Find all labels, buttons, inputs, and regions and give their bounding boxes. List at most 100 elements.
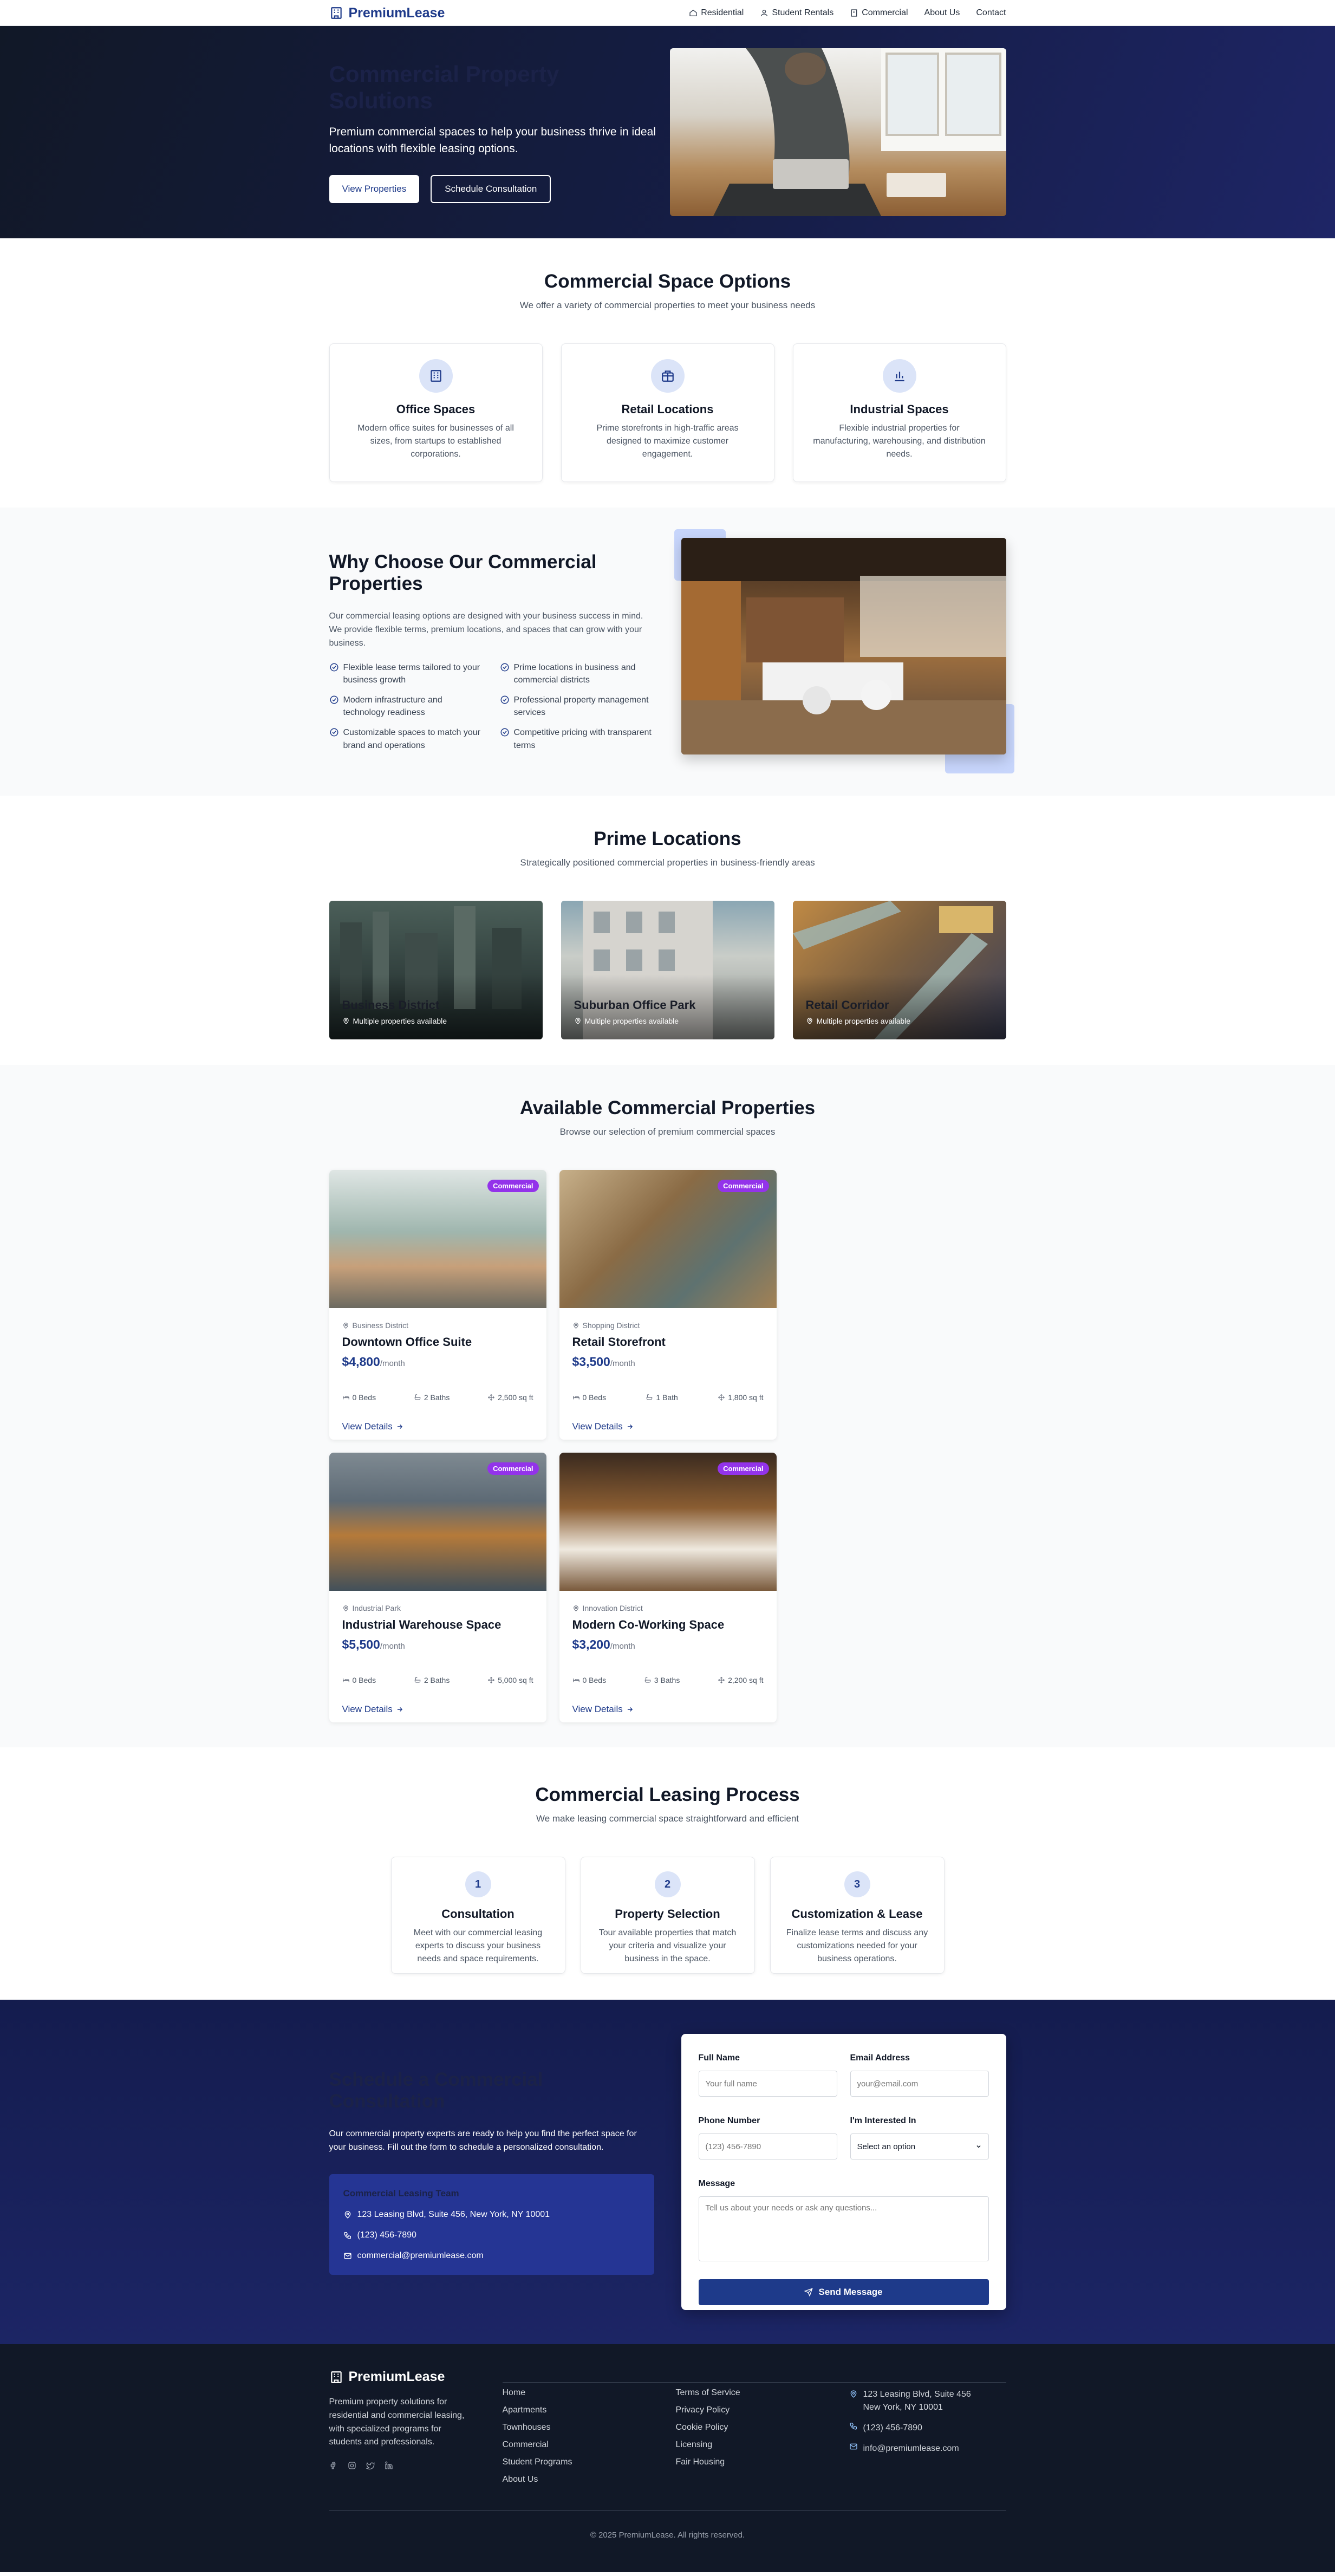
feature-text: Customizable spaces to match your brand … bbox=[343, 728, 480, 750]
linkedin-icon[interactable] bbox=[385, 2461, 393, 2470]
beds-stat: 0 Beds bbox=[572, 1676, 606, 1684]
building-logo-icon bbox=[330, 2371, 342, 2383]
nav-student-rentals[interactable]: Student Rentals bbox=[760, 8, 833, 18]
process-title: Commercial Leasing Process bbox=[535, 1784, 800, 1805]
why-image-wrap bbox=[674, 529, 1014, 773]
view-details-link[interactable]: View Details bbox=[572, 1421, 764, 1432]
property-stats: 0 Beds 1 Bath 1,800 sq ft bbox=[572, 1393, 764, 1402]
hero-image bbox=[669, 48, 1006, 216]
send-message-button[interactable]: Send Message bbox=[698, 2279, 989, 2305]
process-subtitle: We make leasing commercial space straigh… bbox=[536, 1813, 799, 1824]
feature-item: Prime locations in business and commerci… bbox=[500, 661, 654, 686]
hero-illustration bbox=[713, 48, 1006, 216]
footer-logo[interactable]: PremiumLease bbox=[329, 2369, 503, 2385]
nav-commercial-label: Commercial bbox=[862, 8, 908, 17]
feature-item: Professional property management service… bbox=[500, 694, 654, 719]
team-phone[interactable]: (123) 456-7890 bbox=[343, 2230, 640, 2240]
team-email[interactable]: commercial@premiumlease.com bbox=[343, 2251, 640, 2261]
location-card[interactable]: Retail Corridor Multiple properties avai… bbox=[792, 901, 1006, 1039]
footer-link[interactable]: Home bbox=[503, 2388, 676, 2398]
property-card[interactable]: Commercial Shopping District Retail Storef… bbox=[559, 1170, 777, 1440]
footer-link[interactable]: Terms of Service bbox=[676, 2388, 849, 2398]
footer-address-text: 123 Leasing Blvd, Suite 456 New York, NY… bbox=[863, 2390, 971, 2412]
area-stat: 5,000 sq ft bbox=[487, 1676, 533, 1684]
message-textarea[interactable] bbox=[698, 2196, 989, 2261]
step-number: 2 bbox=[654, 1871, 681, 1897]
feature-text: Professional property management service… bbox=[513, 695, 649, 718]
property-card[interactable]: Commercial Business District Downtown Offi… bbox=[329, 1170, 546, 1440]
instagram-icon[interactable] bbox=[348, 2461, 356, 2470]
location-meta-text: Multiple properties available bbox=[584, 1017, 679, 1025]
location-meta: Multiple properties available bbox=[342, 1017, 447, 1025]
site-header: PremiumLease Residential Student Rentals… bbox=[0, 0, 1335, 26]
property-name: Downtown Office Suite bbox=[342, 1335, 472, 1349]
hero-subtitle: Premium commercial spaces to help your b… bbox=[329, 125, 656, 155]
footer-nav-links: Home Apartments Townhouses Commercial St… bbox=[502, 2382, 676, 2492]
twitter-icon[interactable] bbox=[366, 2461, 375, 2470]
footer-link[interactable]: Fair Housing bbox=[676, 2457, 849, 2467]
view-details-link[interactable]: View Details bbox=[342, 1704, 533, 1715]
bed-icon bbox=[342, 1679, 349, 1682]
location-meta-text: Multiple properties available bbox=[353, 1017, 447, 1025]
location-card[interactable]: Suburban Office Park Multiple properties… bbox=[561, 901, 774, 1039]
price-amount: $5,500 bbox=[342, 1637, 380, 1651]
nav-contact[interactable]: Contact bbox=[976, 8, 1006, 18]
footer-link[interactable]: Cookie Policy bbox=[676, 2423, 849, 2432]
schedule-consultation-button[interactable]: Schedule Consultation bbox=[431, 174, 551, 203]
bar-chart-icon bbox=[894, 372, 904, 381]
price-amount: $3,200 bbox=[572, 1637, 610, 1651]
phone-icon bbox=[343, 2232, 351, 2239]
nav-about-us[interactable]: About Us bbox=[924, 8, 960, 18]
option-title: Industrial Spaces bbox=[850, 402, 949, 416]
interest-select[interactable]: Select an option bbox=[850, 2133, 989, 2159]
view-details-link[interactable]: View Details bbox=[572, 1704, 764, 1715]
nav-commercial[interactable]: Commercial bbox=[850, 8, 908, 18]
category-badge: Commercial bbox=[487, 1180, 539, 1192]
property-card[interactable]: Commercial Innovation District Modern Co-W… bbox=[559, 1453, 777, 1722]
option-card-industrial: Industrial Spaces Flexible industrial pr… bbox=[792, 343, 1006, 482]
beds-stat: 0 Beds bbox=[572, 1393, 606, 1402]
baths-stat: 2 Baths bbox=[414, 1393, 450, 1402]
footer-email[interactable]: info@premiumlease.com bbox=[849, 2442, 1006, 2455]
mail-icon bbox=[343, 2253, 351, 2259]
property-stats: 0 Beds 3 Baths 2,200 sq ft bbox=[572, 1676, 764, 1684]
footer-link[interactable]: Townhouses bbox=[503, 2423, 676, 2432]
footer-address: 123 Leasing Blvd, Suite 456 New York, NY… bbox=[849, 2388, 1006, 2414]
office-interior-image bbox=[681, 538, 1006, 754]
space-options-section: Commercial Space Options We offer a vari… bbox=[0, 238, 1335, 508]
area-text: 5,000 sq ft bbox=[498, 1676, 533, 1684]
map-pin-icon bbox=[806, 1018, 812, 1025]
property-card[interactable]: Commercial Industrial Park Industrial Ware… bbox=[329, 1453, 546, 1722]
footer-link[interactable]: About Us bbox=[503, 2475, 676, 2484]
footer-link[interactable]: Licensing bbox=[676, 2440, 849, 2450]
area-text: 1,800 sq ft bbox=[728, 1393, 764, 1402]
option-title: Office Spaces bbox=[396, 402, 476, 416]
nav-residential[interactable]: Residential bbox=[689, 8, 744, 18]
brand-logo[interactable]: PremiumLease bbox=[329, 5, 445, 21]
phone-label: Phone Number bbox=[698, 2116, 760, 2125]
view-details-link[interactable]: View Details bbox=[342, 1421, 533, 1432]
move-icon bbox=[718, 1676, 725, 1684]
footer-phone[interactable]: (123) 456-7890 bbox=[849, 2422, 1006, 2435]
email-input[interactable] bbox=[850, 2071, 989, 2097]
phone-input[interactable] bbox=[698, 2133, 837, 2159]
property-price: $5,500/month bbox=[342, 1637, 533, 1652]
nav-student-rentals-label: Student Rentals bbox=[772, 8, 834, 17]
location-card[interactable]: Business District Multiple properties av… bbox=[329, 901, 543, 1039]
footer-link[interactable]: Student Programs bbox=[503, 2457, 676, 2467]
view-details-label: View Details bbox=[342, 1704, 393, 1714]
office-illustration bbox=[681, 538, 1006, 754]
footer-link[interactable]: Commercial bbox=[503, 2440, 676, 2450]
footer-link[interactable]: Apartments bbox=[503, 2405, 676, 2415]
baths-text: 1 Bath bbox=[656, 1393, 678, 1402]
facebook-icon[interactable] bbox=[329, 2461, 338, 2470]
property-location: Shopping District bbox=[572, 1321, 764, 1330]
view-properties-button[interactable]: View Properties bbox=[329, 174, 420, 203]
check-circle-icon bbox=[330, 695, 338, 704]
full-name-input[interactable] bbox=[698, 2071, 837, 2097]
footer-brand-name: PremiumLease bbox=[348, 2369, 445, 2384]
property-image: Commercial bbox=[329, 1453, 546, 1591]
price-unit: /month bbox=[610, 1642, 635, 1651]
team-email-text: commercial@premiumlease.com bbox=[357, 2250, 484, 2260]
footer-link[interactable]: Privacy Policy bbox=[676, 2405, 849, 2415]
